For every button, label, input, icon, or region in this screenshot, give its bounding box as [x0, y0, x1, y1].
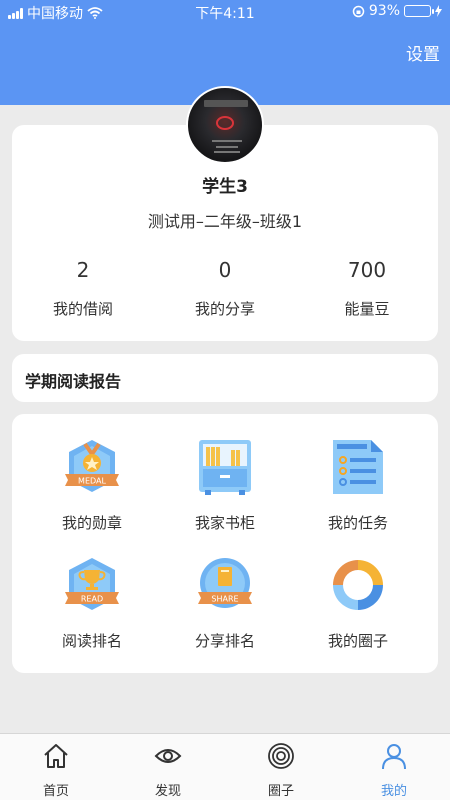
stat-label: 我的分享: [194, 300, 255, 318]
report-label: 学期阅读报告: [25, 372, 122, 391]
charging-icon: [435, 5, 442, 17]
status-bar: 中国移动 下午4:11 93%: [0, 0, 450, 24]
bookshelf-icon: [196, 438, 254, 496]
feature-label: 阅读排名: [61, 632, 122, 650]
settings-button[interactable]: 设置: [406, 40, 440, 65]
read-trophy-icon: READ: [63, 556, 121, 614]
tab-label: 发现: [154, 784, 181, 799]
student-name: 学生3: [202, 177, 248, 197]
feature-label: 我的任务: [327, 514, 388, 532]
feature-bookshelf[interactable]: 我家书柜: [160, 438, 290, 533]
share-book-icon: SHARE: [196, 556, 254, 614]
feature-grid: MEDAL 我的勋章 我家书柜 我的任务 READ 阅读排名 SHARE 分享排…: [12, 414, 438, 673]
feature-medal[interactable]: MEDAL 我的勋章: [27, 438, 157, 533]
rings-icon: [268, 743, 294, 769]
circle-swirl-icon: [329, 556, 387, 614]
tab-home[interactable]: 首页: [0, 742, 112, 799]
stat-share[interactable]: 0 我的分享: [154, 258, 296, 319]
medal-icon: MEDAL: [63, 438, 121, 496]
tab-label: 我的: [380, 784, 407, 799]
battery-percent: 93%: [368, 3, 400, 19]
feature-label: 我的圈子: [327, 632, 388, 650]
tab-label: 圈子: [267, 784, 294, 799]
tab-circle[interactable]: 圈子: [225, 742, 337, 799]
task-list-icon: [329, 438, 387, 496]
person-icon: [382, 744, 406, 770]
feature-read-ranking[interactable]: READ 阅读排名: [27, 556, 157, 651]
stat-label: 能量豆: [344, 300, 390, 318]
feature-share-ranking[interactable]: SHARE 分享排名: [160, 556, 290, 651]
feature-tasks[interactable]: 我的任务: [293, 438, 423, 533]
home-icon: [44, 744, 68, 768]
tab-discover[interactable]: 发现: [112, 742, 224, 799]
eye-icon: [154, 749, 182, 763]
semester-report-row[interactable]: 学期阅读报告: [12, 354, 438, 402]
svg-text:MEDAL: MEDAL: [78, 477, 106, 486]
stat-label: 我的借阅: [52, 300, 113, 318]
battery-icon: [404, 5, 434, 17]
stat-value: 0: [218, 258, 232, 282]
stat-value: 700: [347, 258, 387, 282]
class-info: 测试用–二年级–班级1: [147, 212, 303, 231]
feature-label: 我家书柜: [194, 514, 255, 532]
feature-label: 我的勋章: [61, 514, 122, 532]
stat-value: 2: [76, 258, 90, 282]
svg-text:SHARE: SHARE: [211, 595, 238, 604]
avatar[interactable]: [186, 86, 264, 164]
rotation-lock-icon: [352, 5, 365, 17]
tab-mine[interactable]: 我的: [338, 742, 450, 799]
tab-label: 首页: [42, 784, 69, 799]
feature-my-circle[interactable]: 我的圈子: [293, 556, 423, 651]
tab-bar: 首页 发现 圈子 我的: [0, 733, 450, 800]
stat-borrow[interactable]: 2 我的借阅: [12, 258, 154, 319]
svg-text:READ: READ: [81, 595, 103, 604]
stat-energy-beans[interactable]: 700 能量豆: [296, 258, 438, 319]
feature-label: 分享排名: [194, 632, 255, 650]
